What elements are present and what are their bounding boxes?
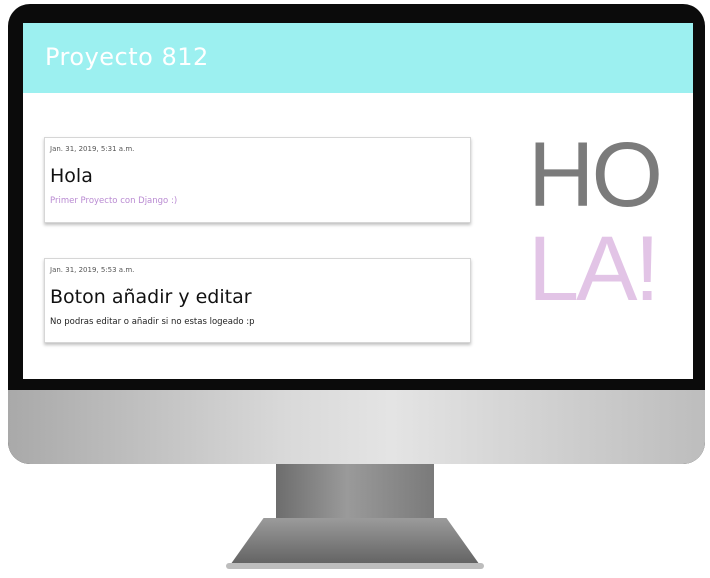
hero-text-line-1: HO: [528, 124, 663, 226]
app-header: Proyecto 812: [23, 23, 693, 93]
monitor-frame: Proyecto 812 Jan. 31, 2019, 5:31 a.m. Ho…: [8, 4, 705, 464]
app-title[interactable]: Proyecto 812: [45, 43, 209, 71]
post-card[interactable]: Jan. 31, 2019, 5:31 a.m. Hola Primer Pro…: [44, 137, 471, 223]
monitor-chin: [8, 390, 705, 464]
monitor-stand-base-edge: [226, 563, 484, 569]
hero-text-line-2: LA!: [528, 218, 660, 320]
post-text: Primer Proyecto con Django :): [50, 196, 178, 206]
post-text: No podras editar o añadir si no estas lo…: [50, 317, 255, 327]
post-date: Jan. 31, 2019, 5:53 a.m.: [50, 266, 135, 274]
monitor-stand-neck: [276, 464, 434, 526]
post-title[interactable]: Boton añadir y editar: [50, 286, 252, 308]
monitor-stand-base: [228, 518, 482, 568]
post-date: Jan. 31, 2019, 5:31 a.m.: [50, 145, 135, 153]
post-title[interactable]: Hola: [50, 165, 93, 187]
monitor-screen: Proyecto 812 Jan. 31, 2019, 5:31 a.m. Ho…: [23, 23, 693, 379]
post-card[interactable]: Jan. 31, 2019, 5:53 a.m. Boton añadir y …: [44, 258, 471, 343]
